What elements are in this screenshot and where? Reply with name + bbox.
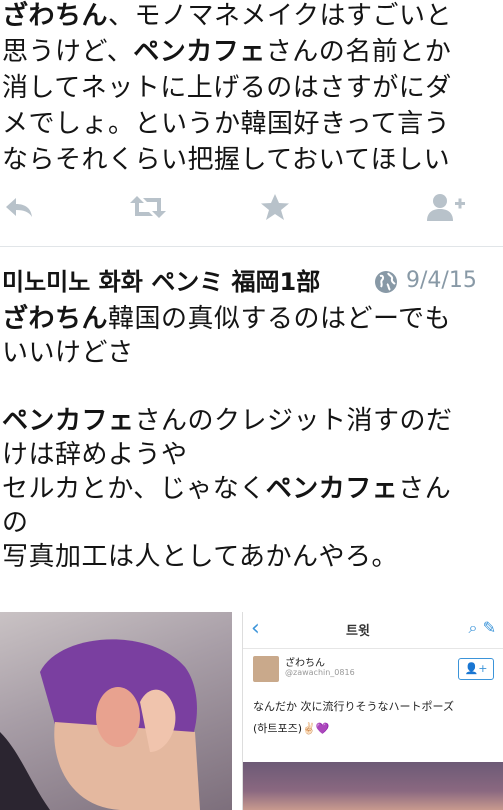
globe-icon bbox=[374, 270, 398, 294]
tweet-2-line-7: 写真加工は人としてあかんやろ。 bbox=[2, 542, 398, 572]
embedded-user-name: ざわちん bbox=[285, 658, 325, 669]
tweet-1-line-2: 思うけど、ペンカフェさんの名前とか bbox=[2, 37, 452, 67]
embedded-follow-icon: 👤+ bbox=[458, 658, 494, 680]
photo-illustration bbox=[0, 639, 200, 810]
tweet-1-text: ざわちん、モノマネメイクはすごいと 思うけど、ペンカフェさんの名前とか 消してネット… bbox=[2, 0, 503, 178]
embedded-avatar bbox=[253, 656, 279, 682]
tweet-2: 미노미노 화화 ペンミ 福岡1部 9/4/15 ざわちん韓国の真似するのはどーで… bbox=[0, 258, 503, 572]
tweet-2-timestamp[interactable]: 9/4/15 bbox=[406, 268, 477, 293]
tweet-divider bbox=[0, 246, 503, 247]
favorite-icon[interactable] bbox=[258, 190, 292, 224]
tweet-1-line-3: 消してネットに上げるのはさすがにダ bbox=[2, 73, 452, 103]
tweet-1-actions bbox=[0, 190, 503, 226]
search-compose-icons: ⌕ ✎ bbox=[468, 618, 496, 637]
tweet-1: ざわちん、モノマネメイクはすごいと 思うけど、ペンカフェさんの名前とか 消してネット… bbox=[0, 0, 503, 178]
reply-icon[interactable] bbox=[2, 190, 36, 224]
tweet-1-line-5: ならそれくらい把握しておいてほしい bbox=[2, 145, 451, 175]
tweet-2-line-1: ざわちん韓国の真似するのはどーでも bbox=[2, 304, 451, 334]
tweet-photo-1[interactable] bbox=[0, 612, 232, 810]
embedded-user-handle: @zawachin_0816 bbox=[285, 668, 355, 677]
tweet-2-text: ざわちん韓国の真似するのはどーでも いいけどさ ペンカフェさんのクレジット消すの… bbox=[2, 302, 502, 574]
tweet-photo-2[interactable]: ‹ 트윗 ⌕ ✎ ざわちん @zawachin_0816 👤+ なんだか 次に流… bbox=[242, 612, 503, 810]
tweet-2-line-3: ペンカフェさんのクレジット消すのだ bbox=[2, 406, 453, 436]
embedded-nav-bar: ‹ 트윗 ⌕ ✎ bbox=[243, 612, 503, 649]
tweet-2-line-6: の bbox=[2, 508, 29, 538]
embedded-photo-crop bbox=[243, 762, 503, 810]
tweet-1-line-4: メでしょ。というか韓国好きって言う bbox=[2, 109, 451, 139]
retweet-icon[interactable] bbox=[128, 190, 168, 224]
embedded-tweet-text: なんだか 次に流行りそうなハートポーズ (하트포즈)✌🏻💜 bbox=[253, 700, 454, 735]
tweet-2-line-4: けは辞めようや bbox=[2, 440, 188, 470]
tweet-1-line-1: ざわちん、モノマネメイクはすごいと bbox=[2, 1, 452, 31]
tweet-2-line-2: いいけどさ bbox=[2, 338, 134, 368]
tweet-2-header: 미노미노 화화 ペンミ 福岡1部 9/4/15 bbox=[0, 258, 503, 298]
tweet-2-username[interactable]: 미노미노 화화 ペンミ 福岡1部 bbox=[2, 262, 320, 297]
tweet-2-line-5: セルカとか、じゃなくペンカフェさん bbox=[2, 474, 452, 504]
follow-icon[interactable] bbox=[426, 190, 466, 224]
embedded-title: 트윗 bbox=[346, 624, 370, 639]
